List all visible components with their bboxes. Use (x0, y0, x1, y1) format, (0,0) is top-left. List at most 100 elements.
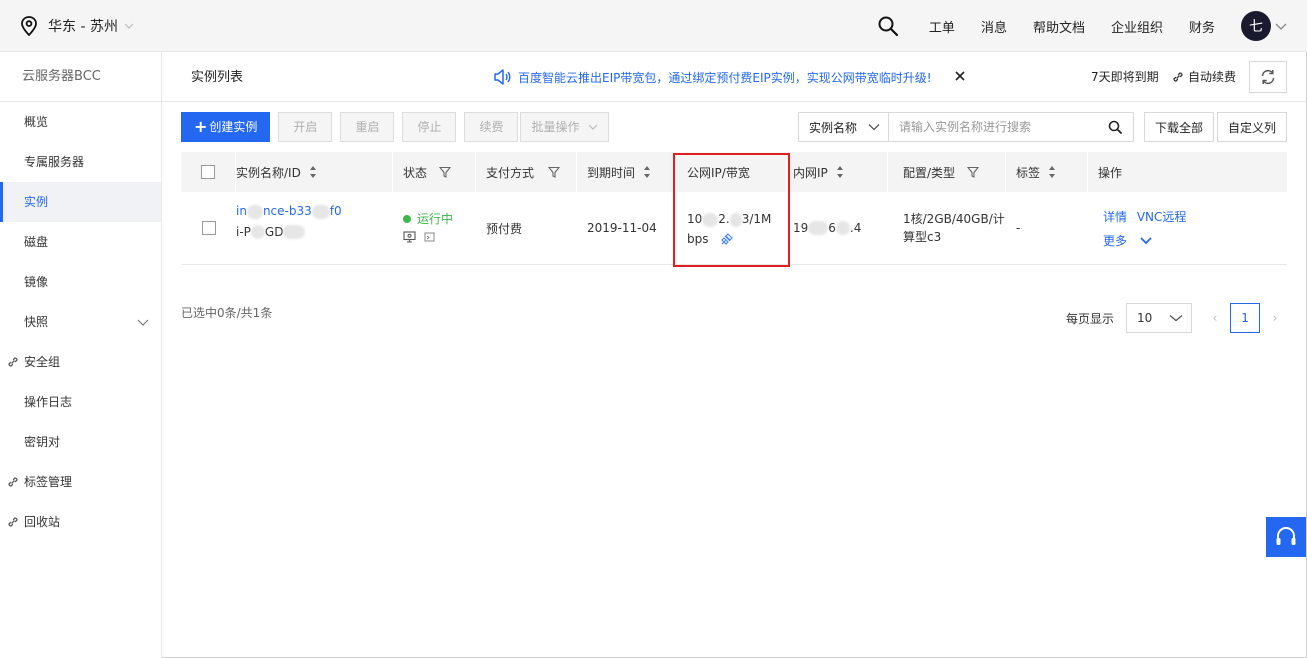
sidebar-item-snapshots[interactable]: 快照 (0, 302, 161, 342)
chevron-down-icon[interactable] (1275, 20, 1287, 32)
search-input[interactable] (889, 113, 1097, 141)
sidebar-item-disks[interactable]: 磁盘 (0, 222, 161, 262)
search-icon (1108, 120, 1122, 134)
download-all-button[interactable]: 下载全部 (1144, 112, 1214, 142)
restart-button[interactable]: 重启 (340, 112, 395, 142)
sidebar-item-images[interactable]: 镜像 (0, 262, 161, 302)
sidebar-item-dedicated-server[interactable]: 专属服务器 (0, 142, 161, 182)
sidebar-item-tag-management[interactable]: 标签管理 (0, 462, 161, 502)
nav-organization[interactable]: 企业组织 (1111, 17, 1163, 36)
sidebar-item-operation-logs[interactable]: 操作日志 (0, 382, 161, 422)
speaker-icon (494, 69, 511, 85)
support-headset-button[interactable] (1266, 517, 1306, 557)
instance-name-link[interactable]: in nce-b33 f0 (236, 204, 393, 219)
redacted-mark (729, 212, 742, 227)
sidebar-item-instances[interactable]: 实例 (0, 182, 161, 222)
vnc-remote-link[interactable]: VNC远程 (1137, 210, 1187, 224)
chevron-down-icon (1169, 315, 1183, 322)
cell-config: 1核/2GB/40GB/计 算型c3 (888, 192, 1006, 264)
link-icon (8, 357, 18, 367)
terminal-icon[interactable] (424, 231, 437, 243)
th-pay-method[interactable]: 支付方式 (476, 152, 577, 192)
th-config[interactable]: 配置/类型 (888, 152, 1006, 192)
cell-private-ip: 19 6.4 (787, 192, 888, 264)
search-field-select[interactable]: 实例名称 (799, 113, 889, 141)
th-config-label: 配置/类型 (903, 165, 956, 180)
create-instance-button[interactable]: + 创建实例 (181, 112, 271, 142)
filter-icon (439, 166, 452, 178)
row-checkbox[interactable] (201, 221, 216, 235)
th-pay-label: 支付方式 (486, 165, 535, 180)
refresh-button[interactable] (1249, 61, 1287, 93)
more-dropdown[interactable]: 更多 (1103, 229, 1287, 253)
monitor-icon[interactable] (403, 231, 416, 243)
sidebar-item-label: 密钥对 (24, 435, 61, 449)
content-header: 实例列表 百度智能云推出EIP带宽包，通过绑定预付费EIP实例，实现公网带宽临时… (162, 52, 1307, 102)
start-button[interactable]: 开启 (278, 112, 333, 142)
satellite-icon[interactable] (719, 231, 735, 247)
avatar[interactable]: 七 (1241, 11, 1271, 41)
custom-columns-button[interactable]: 自定义列 (1217, 112, 1287, 142)
private-ip-part: .4 (849, 221, 862, 235)
nav-messages[interactable]: 消息 (981, 17, 1007, 36)
nav-docs[interactable]: 帮助文档 (1033, 17, 1085, 36)
close-icon[interactable] (954, 70, 966, 82)
nav-tickets[interactable]: 工单 (929, 17, 955, 36)
search-submit[interactable] (1097, 113, 1133, 141)
instance-id-part: i-P (236, 224, 251, 239)
th-expire-label: 到期时间 (587, 165, 636, 180)
select-all-checkbox[interactable] (201, 165, 215, 179)
redacted-mark (250, 225, 265, 239)
th-name[interactable]: 实例名称/ID (236, 152, 393, 192)
th-public-ip: 公网IP/带宽 (677, 152, 787, 192)
chevron-down-icon (588, 124, 597, 130)
search-icon[interactable] (877, 15, 899, 37)
th-status[interactable]: 状态 (393, 152, 476, 192)
region-label: 华东 - 苏州 (48, 19, 118, 35)
th-expire[interactable]: 到期时间 (577, 152, 677, 192)
instance-id: i-P GD (236, 224, 393, 239)
cell-public-ip: 10 2. 3/1M bps (677, 192, 787, 264)
plus-icon: + (194, 117, 208, 136)
page-size-select[interactable]: 10 (1126, 303, 1193, 333)
row-select (181, 192, 236, 264)
location-pin-icon (21, 16, 37, 36)
status-badge: 运行中 (403, 210, 476, 227)
redacted-mark (808, 221, 829, 235)
redacted-mark (246, 204, 263, 219)
prev-page-button[interactable]: ‹ (1208, 303, 1222, 333)
private-ip-part: 19 (793, 221, 809, 235)
sidebar-item-recycle-bin[interactable]: 回收站 (0, 502, 161, 542)
th-private-ip[interactable]: 内网IP (787, 152, 888, 192)
link-icon (1173, 71, 1183, 82)
page-number[interactable]: 1 (1230, 303, 1261, 333)
sidebar-item-key-pairs[interactable]: 密钥对 (0, 422, 161, 462)
redacted-mark (283, 225, 306, 239)
sidebar-item-security-groups[interactable]: 安全组 (0, 342, 161, 382)
table-row: in nce-b33 f0 i-P GD 运行中 预付费 2019-11-04 10 2… (181, 192, 1287, 265)
region-selector[interactable]: 华东 - 苏州 (20, 14, 134, 38)
nav-finance[interactable]: 财务 (1189, 17, 1215, 36)
detail-link[interactable]: 详情 (1103, 210, 1127, 224)
batch-operations-dropdown[interactable]: 批量操作 (520, 112, 609, 142)
expiring-soon-link[interactable]: 7天即将到期 (1091, 68, 1159, 85)
th-private-ip-label: 内网IP (793, 165, 828, 180)
page-size-value: 10 (1137, 311, 1153, 325)
stop-button[interactable]: 停止 (402, 112, 457, 142)
next-page-button[interactable]: › (1268, 303, 1282, 333)
toolbar: + 创建实例 开启 重启 停止 续费 批量操作 (181, 112, 617, 142)
chevron-down-icon (124, 23, 134, 29)
sort-icon (1049, 166, 1056, 178)
th-tags[interactable]: 标签 (1006, 152, 1088, 192)
status-dot (403, 215, 411, 223)
renew-button[interactable]: 续费 (464, 112, 519, 142)
public-ip: 10 2. 3/1M (687, 209, 787, 229)
bandwidth-unit: bps (687, 232, 709, 246)
sidebar-title: 云服务器BCC (0, 52, 161, 102)
headset-icon (1276, 527, 1296, 545)
notice-banner[interactable]: 百度智能云推出EIP带宽包，通过绑定预付费EIP实例，实现公网带宽临时升级! (492, 68, 932, 86)
link-icon (8, 477, 18, 487)
sidebar-item-overview[interactable]: 概览 (0, 102, 161, 142)
auto-renew-link[interactable]: 自动续费 (1172, 68, 1236, 85)
status-text: 运行中 (417, 212, 454, 226)
